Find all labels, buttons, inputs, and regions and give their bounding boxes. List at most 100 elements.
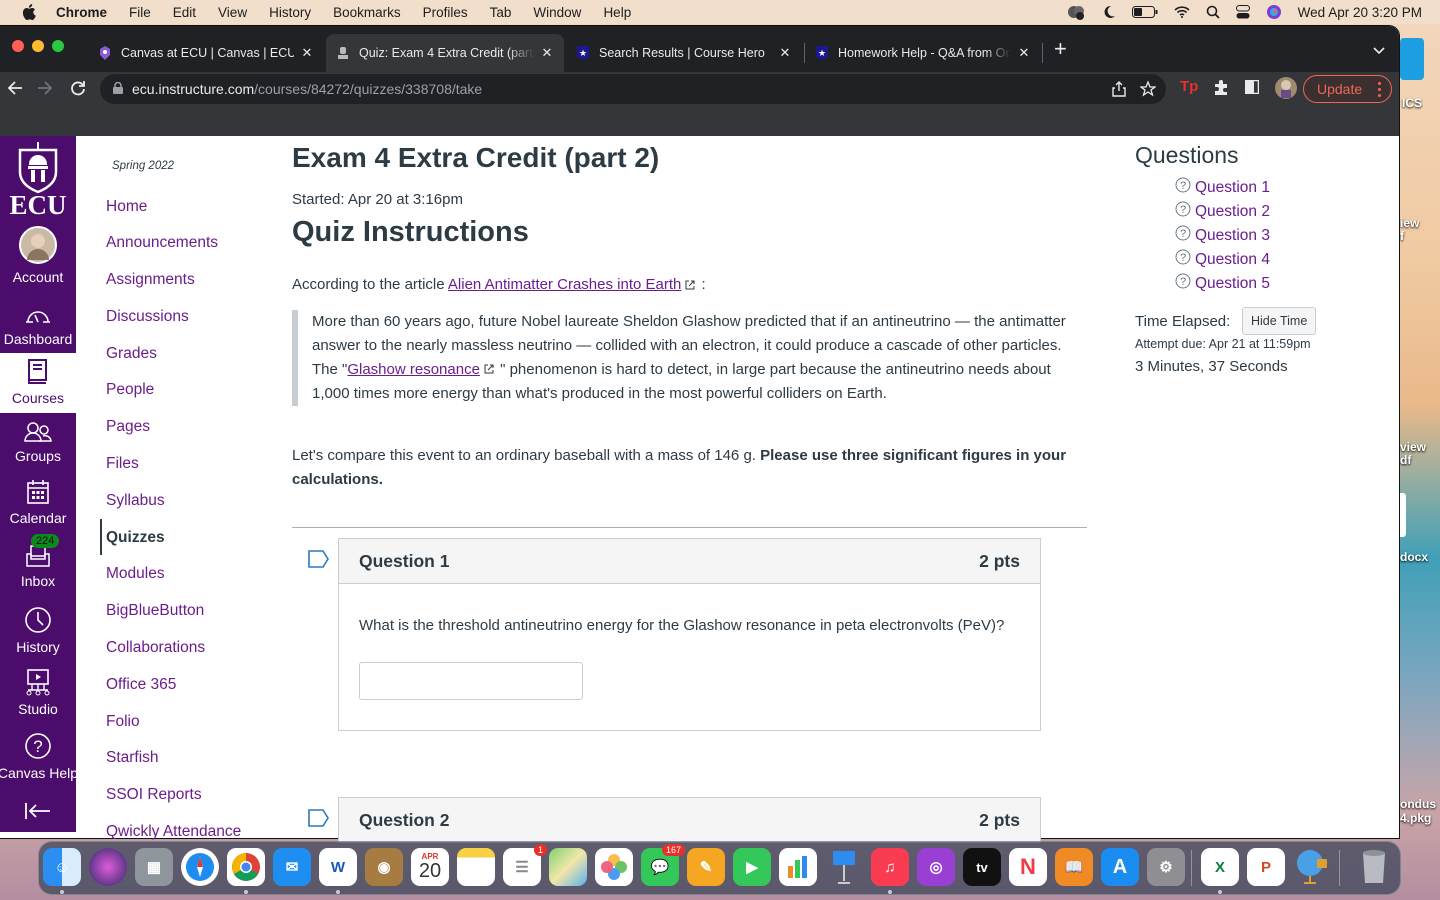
- dock-podcasts-icon[interactable]: ◎: [917, 848, 955, 886]
- share-icon[interactable]: [1112, 81, 1126, 100]
- global-nav-inbox[interactable]: 224 Inbox: [0, 534, 76, 589]
- control-center-icon[interactable]: [1235, 5, 1250, 19]
- reload-icon[interactable]: [70, 80, 86, 101]
- course-nav-syllabus[interactable]: Syllabus: [106, 492, 165, 510]
- global-nav-dashboard[interactable]: Dashboard: [0, 302, 76, 347]
- tab-canvas-ecu[interactable]: Canvas at ECU | Canvas | ECU ✕: [88, 34, 324, 72]
- dock-calendar-icon[interactable]: APR 20: [411, 848, 449, 886]
- close-tab-icon[interactable]: ✕: [300, 45, 314, 61]
- apple-menu-icon[interactable]: [20, 4, 38, 20]
- tab-quiz-active[interactable]: Quiz: Exam 4 Extra Credit (part 2) ✕: [326, 34, 564, 72]
- address-bar[interactable]: ecu.instructure.com/courses/84272/quizze…: [100, 74, 1166, 104]
- dock-reminders-icon[interactable]: ☰ 1: [503, 844, 547, 886]
- glashow-resonance-link[interactable]: Glashow resonance: [347, 361, 480, 378]
- course-nav-discussions[interactable]: Discussions: [106, 308, 189, 326]
- course-nav-collaborations[interactable]: Collaborations: [106, 639, 205, 657]
- course-nav-assignments[interactable]: Assignments: [106, 271, 195, 289]
- dock-music-icon[interactable]: ♫: [871, 848, 909, 886]
- course-nav-modules[interactable]: Modules: [106, 565, 165, 583]
- dock-books-icon[interactable]: 📖: [1055, 848, 1093, 886]
- menu-window[interactable]: Window: [533, 5, 581, 20]
- collapse-nav-button[interactable]: [0, 802, 76, 823]
- dock-messages-icon[interactable]: 💬 167: [641, 844, 685, 886]
- dock-network-globe-icon[interactable]: [1293, 848, 1331, 886]
- menu-profiles[interactable]: Profiles: [423, 5, 468, 20]
- dock-excel-icon[interactable]: X: [1201, 848, 1239, 886]
- dock-news-icon[interactable]: N: [1009, 848, 1047, 886]
- course-nav-grades[interactable]: Grades: [106, 345, 157, 363]
- dock-chrome-icon[interactable]: [227, 848, 265, 886]
- close-tab-icon[interactable]: ✕: [1017, 45, 1031, 61]
- course-nav-people[interactable]: People: [106, 381, 154, 399]
- sidebar-question-2[interactable]: ? Question 2: [1175, 201, 1270, 222]
- global-nav-calendar[interactable]: Calendar: [0, 479, 76, 526]
- menu-file[interactable]: File: [129, 5, 151, 20]
- global-nav-account[interactable]: Account: [0, 226, 76, 285]
- course-nav-starfish[interactable]: Starfish: [106, 749, 159, 767]
- dock-app-store-icon[interactable]: A: [1101, 848, 1139, 886]
- desktop-item-label[interactable]: ondus 4.pkg: [1400, 797, 1436, 825]
- course-nav-files[interactable]: Files: [106, 455, 139, 473]
- focus-moon-icon[interactable]: [1102, 5, 1116, 19]
- course-nav-ssoi-reports[interactable]: SSOI Reports: [106, 786, 202, 804]
- sidebar-question-3[interactable]: ? Question 3: [1175, 225, 1270, 246]
- close-tab-icon[interactable]: ✕: [778, 45, 792, 61]
- bookmark-star-icon[interactable]: [1139, 80, 1157, 100]
- course-nav-quizzes[interactable]: Quizzes: [106, 529, 165, 547]
- lock-icon[interactable]: [113, 81, 123, 97]
- profile-avatar[interactable]: [1275, 77, 1297, 104]
- creative-cloud-icon[interactable]: [1066, 4, 1086, 20]
- dock-siri-icon[interactable]: [89, 848, 127, 886]
- course-nav-announcements[interactable]: Announcements: [106, 234, 218, 252]
- forward-arrow-icon[interactable]: [37, 80, 53, 101]
- tab-search-chevron-icon[interactable]: [1373, 42, 1385, 60]
- dock-notes-icon[interactable]: [457, 848, 495, 886]
- article-link[interactable]: Alien Antimatter Crashes into Earth: [448, 276, 681, 293]
- flag-question-icon[interactable]: [308, 809, 330, 832]
- siri-icon[interactable]: [1266, 4, 1282, 20]
- global-nav-studio[interactable]: Studio: [0, 668, 76, 717]
- tp-extension-icon[interactable]: Tp: [1180, 78, 1198, 95]
- dock-contacts-icon[interactable]: ◉: [365, 848, 403, 886]
- side-panel-icon[interactable]: [1244, 79, 1260, 99]
- course-nav-pages[interactable]: Pages: [106, 418, 150, 436]
- sidebar-question-5[interactable]: ? Question 5: [1175, 273, 1270, 294]
- spotlight-search-icon[interactable]: [1206, 5, 1220, 19]
- dock-maps-icon[interactable]: [549, 848, 587, 886]
- dock-facetime-icon[interactable]: ▶: [733, 848, 771, 886]
- sidebar-question-1[interactable]: ? Question 1: [1175, 177, 1270, 198]
- update-chrome-button[interactable]: Update: [1303, 75, 1392, 103]
- menu-help[interactable]: Help: [603, 5, 631, 20]
- menu-history[interactable]: History: [269, 5, 311, 20]
- close-window-button[interactable]: [12, 40, 24, 52]
- global-nav-groups[interactable]: Groups: [0, 421, 76, 464]
- desktop-document-icon[interactable]: [1400, 493, 1406, 537]
- sidebar-question-4[interactable]: ? Question 4: [1175, 249, 1270, 270]
- dock-photos-icon[interactable]: [595, 848, 633, 886]
- flag-question-icon[interactable]: [308, 550, 330, 573]
- tab-homework-help[interactable]: ★ Homework Help - Q&A from Online Tutors…: [805, 34, 1041, 72]
- extensions-puzzle-icon[interactable]: [1213, 80, 1229, 101]
- menubar-clock[interactable]: Wed Apr 20 3:20 PM: [1298, 5, 1422, 20]
- ecu-logo[interactable]: ECU: [4, 142, 72, 220]
- dock-numbers-icon[interactable]: [779, 848, 817, 886]
- desktop-item-label[interactable]: ICS: [1402, 96, 1422, 110]
- minimize-window-button[interactable]: [32, 40, 44, 52]
- dock-trash-icon[interactable]: [1355, 848, 1393, 886]
- battery-icon[interactable]: [1131, 6, 1158, 18]
- desktop-item-label[interactable]: view df: [1400, 441, 1426, 467]
- global-nav-canvas-help[interactable]: ? Canvas Help: [0, 732, 78, 781]
- menu-bookmarks[interactable]: Bookmarks: [333, 5, 401, 20]
- dock-tv-icon[interactable]: tv: [963, 848, 1001, 886]
- answer-input[interactable]: [359, 662, 583, 700]
- desktop-item-label[interactable]: docx: [1400, 550, 1428, 564]
- global-nav-history[interactable]: History: [0, 606, 76, 655]
- menu-tab[interactable]: Tab: [490, 5, 512, 20]
- menu-view[interactable]: View: [218, 5, 247, 20]
- course-nav-office-365[interactable]: Office 365: [106, 676, 176, 694]
- back-arrow-icon[interactable]: [7, 80, 23, 101]
- dock-word-icon[interactable]: W: [319, 848, 357, 886]
- desktop-item-label[interactable]: iew f: [1400, 217, 1419, 243]
- dock-mail-icon[interactable]: ✉: [273, 848, 311, 886]
- dock-system-preferences-icon[interactable]: ⚙: [1147, 848, 1185, 886]
